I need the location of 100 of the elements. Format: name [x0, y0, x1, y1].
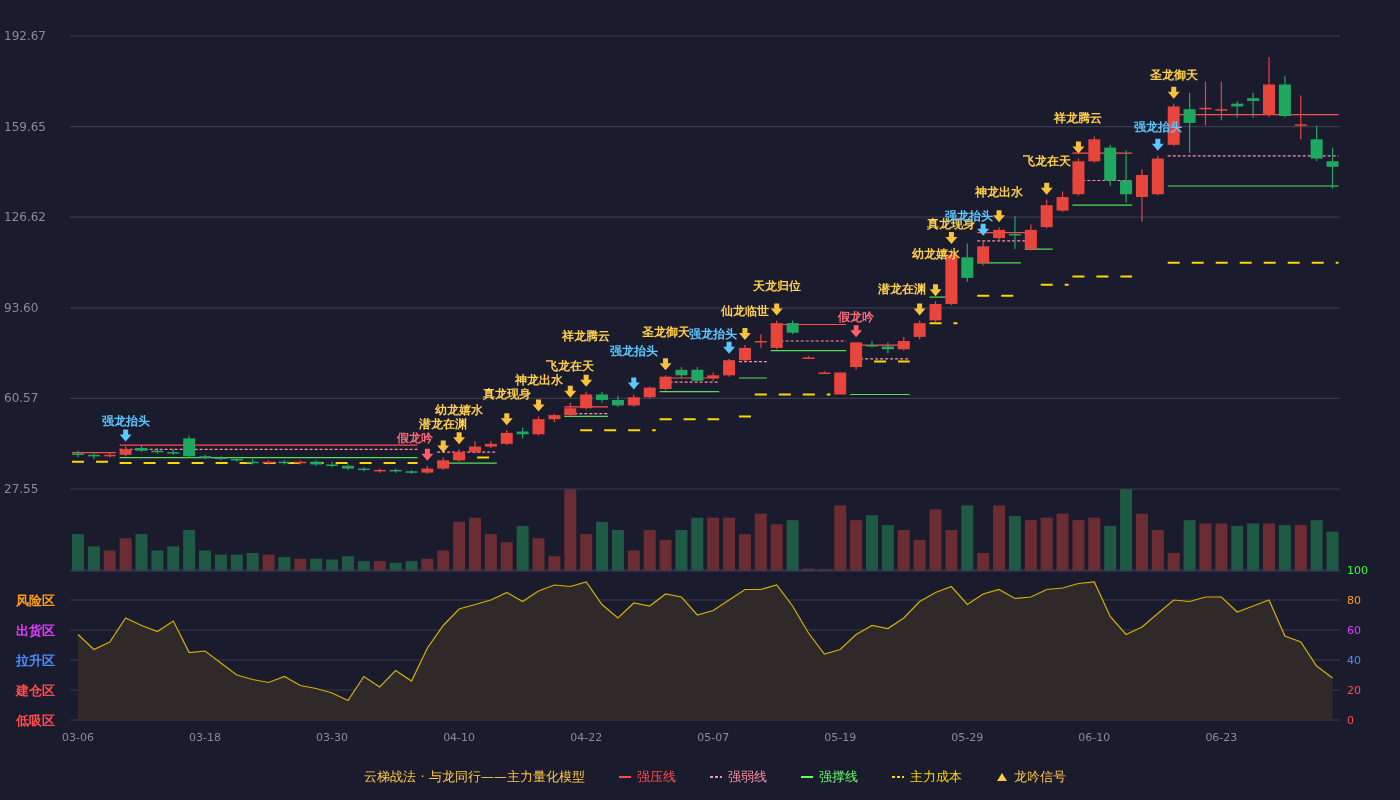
- down-arrow-icon: [580, 374, 593, 387]
- down-arrow-icon: [1072, 141, 1085, 154]
- down-arrow-icon: [437, 440, 450, 453]
- candle: [389, 467, 402, 474]
- candle: [1135, 168, 1148, 223]
- zone-label: 出货区: [16, 623, 55, 638]
- date-axis-label: 04-22: [570, 731, 603, 744]
- candle: [1263, 56, 1275, 118]
- candle: [659, 374, 672, 391]
- down-arrow-icon: [564, 385, 577, 398]
- candle: [167, 448, 180, 456]
- candle: [183, 435, 196, 459]
- candle: [119, 446, 132, 457]
- candle: [1056, 190, 1069, 213]
- signal-label: 飞龙在天: [1022, 154, 1071, 168]
- legend-item: 龙吟信号: [995, 768, 1066, 786]
- signal-label: 飞龙在天: [546, 359, 595, 373]
- candle: [850, 341, 863, 371]
- candle: [1104, 144, 1117, 187]
- candle: [453, 448, 466, 463]
- zone-label: 风险区: [16, 593, 55, 608]
- candle: [643, 385, 656, 400]
- signal-label: 天龙归位: [752, 279, 801, 293]
- date-axis-label: 05-07: [697, 731, 730, 744]
- candle: [373, 467, 386, 474]
- signal-label: 真龙现身: [482, 387, 531, 401]
- down-arrow-icon: [977, 223, 990, 236]
- legend-item: 强弱线: [709, 768, 767, 786]
- candle: [881, 341, 894, 354]
- candle: [103, 451, 116, 459]
- down-arrow-icon: [453, 432, 466, 445]
- price-axis-label: 126.62: [4, 210, 46, 225]
- candle: [341, 463, 354, 471]
- candle: [913, 319, 926, 341]
- candle: [754, 333, 767, 349]
- signal-label: 祥龙腾云: [562, 329, 611, 343]
- down-arrow-icon: [627, 377, 640, 390]
- signal-label: 假龙吟: [397, 431, 434, 445]
- signal-label: 潜龙在渊: [419, 417, 468, 431]
- candle: [770, 319, 783, 350]
- candle: [707, 371, 720, 382]
- oscillator-axis-label: 20: [1347, 684, 1361, 697]
- down-arrow-icon: [850, 325, 863, 338]
- down-arrow-icon: [929, 284, 942, 297]
- signal-label: 幼龙嬉水: [435, 403, 484, 417]
- oscillator-axis-label: 60: [1347, 624, 1361, 637]
- down-arrow-icon: [770, 303, 783, 316]
- candle: [437, 457, 450, 471]
- zone-label: 低吸区: [16, 713, 55, 728]
- candle: [929, 300, 942, 323]
- zone-label: 建仓区: [16, 683, 55, 698]
- down-arrow-icon: [1040, 182, 1053, 195]
- candle: [199, 454, 212, 460]
- candle: [1215, 81, 1228, 121]
- oscillator-axis-label: 40: [1347, 654, 1361, 667]
- signal-label: 强龙抬头: [609, 344, 658, 358]
- candle: [1088, 136, 1101, 164]
- candle: [1151, 155, 1164, 197]
- legend-item: 主力成本: [891, 768, 962, 786]
- candle: [818, 370, 831, 375]
- down-arrow-icon: [659, 358, 672, 371]
- candle: [977, 240, 990, 267]
- candle: [469, 440, 481, 455]
- date-axis-label: 04-10: [443, 731, 476, 744]
- candle: [1183, 92, 1196, 154]
- price-axis-label: 60.57: [4, 391, 39, 406]
- down-arrow-icon: [913, 303, 926, 316]
- date-axis-label: 03-30: [316, 731, 349, 744]
- candle: [532, 415, 545, 437]
- candle: [564, 402, 577, 418]
- candle: [1040, 199, 1053, 230]
- candle: [135, 444, 148, 453]
- candle: [786, 319, 799, 335]
- signal-label: 假龙吟: [838, 310, 875, 325]
- down-arrow-icon: [993, 210, 1006, 223]
- candle: [1072, 157, 1085, 197]
- candle: [484, 440, 497, 449]
- candle: [548, 413, 561, 423]
- candle: [580, 391, 593, 411]
- signal-label: 强龙抬头: [101, 414, 150, 428]
- candle: [897, 336, 910, 352]
- candle: [1294, 94, 1307, 140]
- signal-label: 祥龙腾云: [1054, 111, 1103, 125]
- candle: [421, 465, 434, 475]
- candle: [723, 358, 736, 378]
- candle: [1008, 215, 1021, 250]
- candle: [675, 366, 688, 379]
- date-axis-label: 05-29: [951, 731, 984, 744]
- signal-label: 强龙抬头: [689, 326, 738, 341]
- candle: [1199, 81, 1212, 127]
- signal-label: 潜龙在渊: [877, 282, 926, 296]
- down-arrow-icon: [119, 429, 132, 442]
- candle: [596, 391, 609, 404]
- candle: [246, 458, 259, 466]
- candle: [961, 243, 974, 283]
- legend-item: 强撑线: [800, 768, 858, 786]
- signal-label: 仙龙临世: [720, 304, 769, 318]
- signal-label: 神龙出水: [514, 373, 563, 387]
- candle: [1326, 147, 1339, 190]
- down-arrow-icon: [1167, 86, 1180, 99]
